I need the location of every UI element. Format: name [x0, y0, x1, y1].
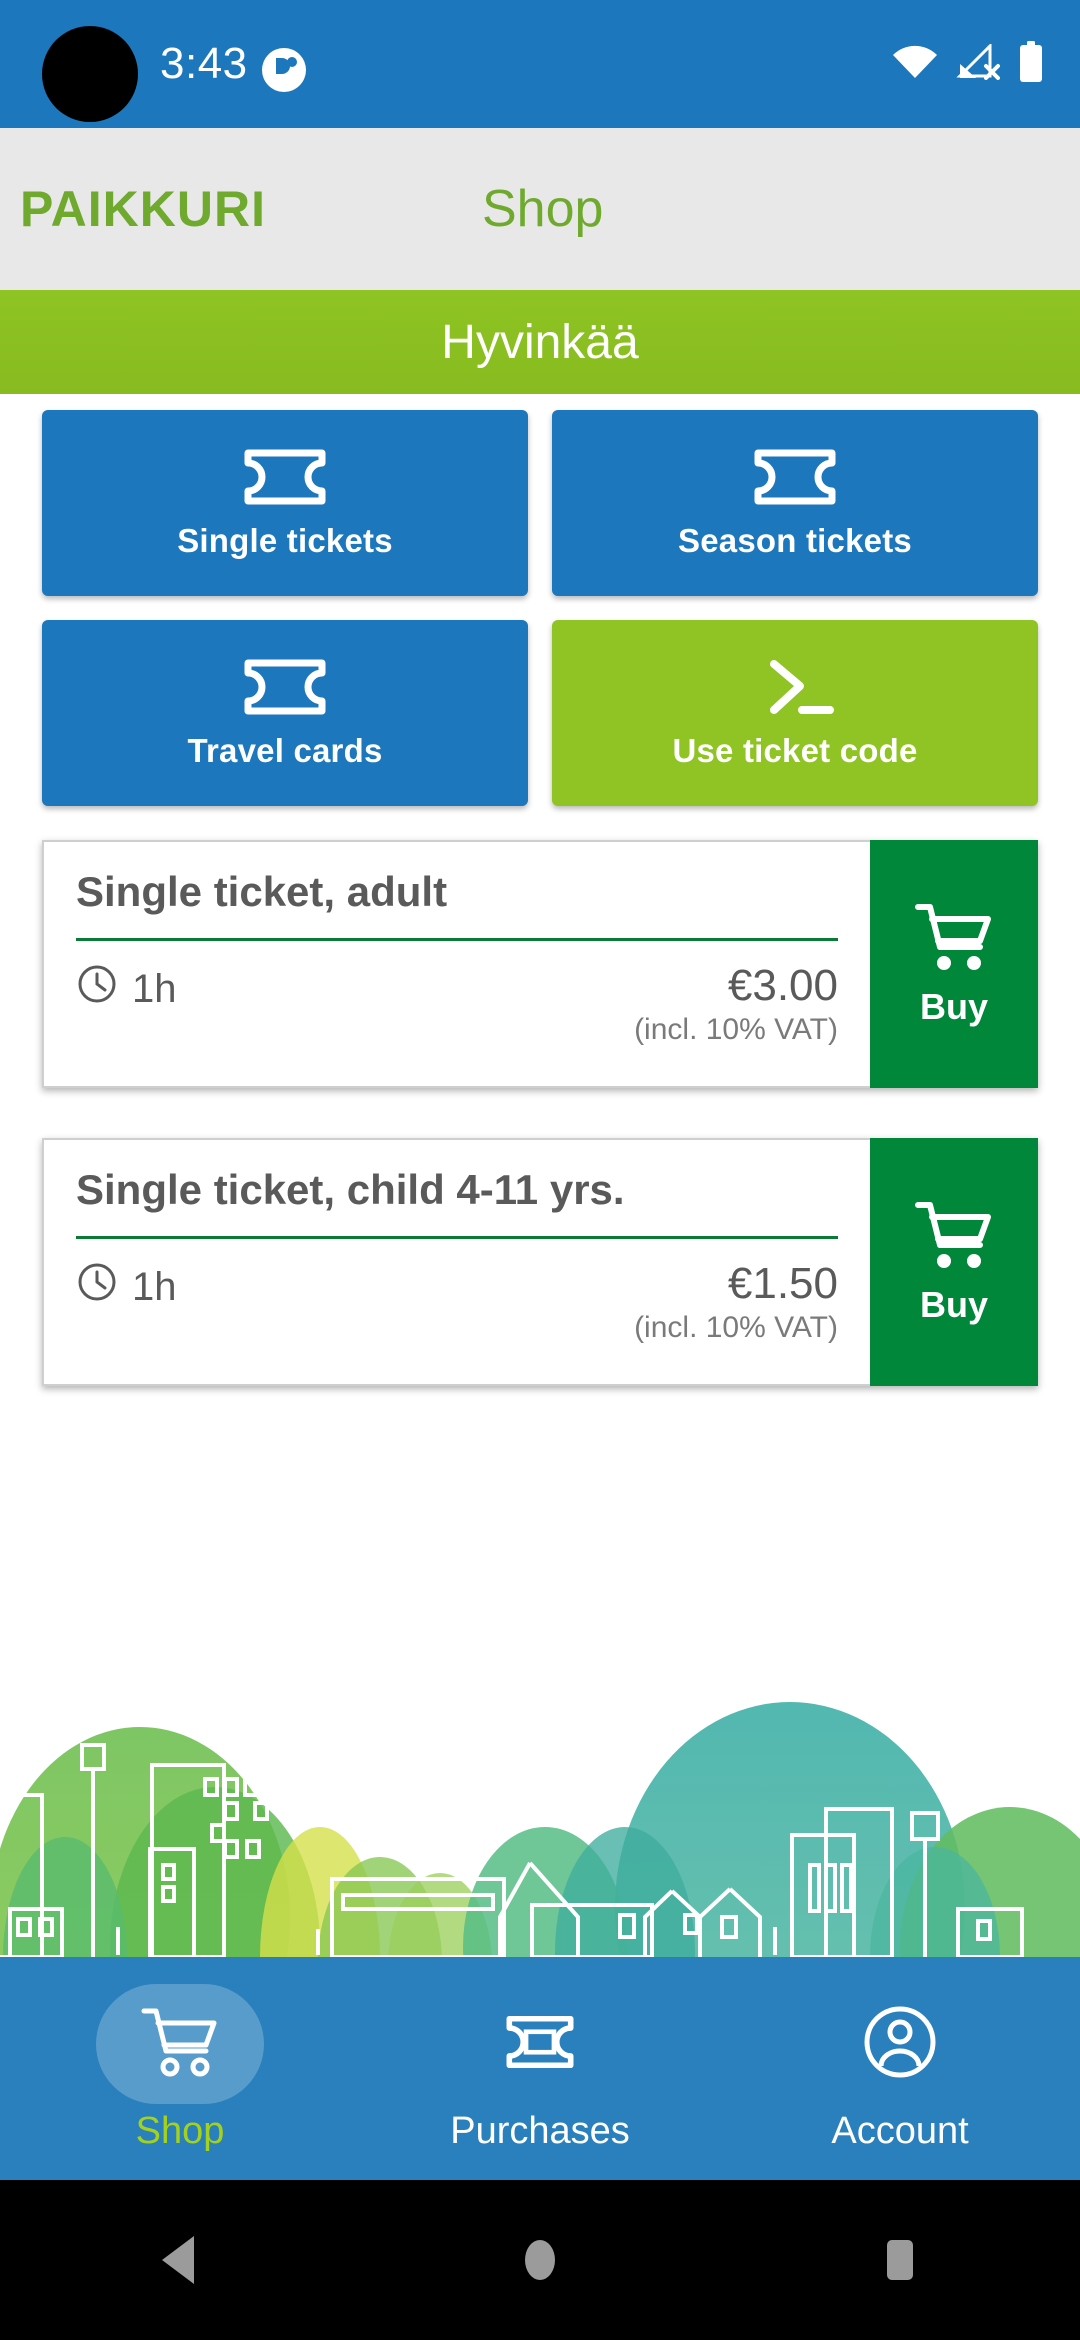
buy-button[interactable]: Buy [870, 1138, 1038, 1386]
nav-icon-pill [96, 1984, 264, 2104]
status-bar-clock: 3:43 [160, 39, 248, 88]
tile-travel-cards[interactable]: Travel cards [42, 620, 528, 806]
ticket-price: €1.50 [727, 1259, 838, 1309]
back-triangle-icon[interactable] [120, 2200, 240, 2320]
android-navigation-bar [0, 2180, 1080, 2340]
tile-label: Travel cards [187, 732, 383, 769]
ticket-duration: 1h [76, 963, 177, 1015]
ticket-title: Single ticket, adult [76, 868, 448, 915]
status-bar-icons [892, 0, 1044, 128]
tile-single-tickets[interactable]: Single tickets [42, 410, 528, 596]
shopping-cart-icon [914, 901, 994, 980]
brand-logo: PAIKKURI [20, 181, 266, 237]
category-tile-grid: Single tickets Season tickets Travel car… [42, 410, 1038, 806]
buy-label: Buy [919, 985, 988, 1027]
tile-label: Single tickets [177, 522, 393, 559]
home-circle-icon[interactable] [480, 2200, 600, 2320]
clock-icon [76, 963, 118, 1015]
page-title: Shop [482, 180, 604, 238]
nav-icon-pill [816, 1984, 984, 2104]
ticket-card[interactable]: Single ticket, child 4-11 yrs. 1h €1.50 … [42, 1138, 1038, 1386]
phone-screen: 3:43 PAIKKURI Shop Hyvinkää Single ticke… [0, 0, 1080, 2340]
recents-square-icon[interactable] [840, 2200, 960, 2320]
duration-label: 1h [132, 966, 177, 1011]
app-notification-icon [258, 44, 310, 96]
ticket-card[interactable]: Single ticket, adult 1h €3.00 (incl. 10%… [42, 840, 1038, 1088]
terminal-prompt-icon [752, 656, 838, 718]
ticket-meta: 1h €1.50 (incl. 10% VAT) [76, 1239, 838, 1384]
location-name: Hyvinkää [441, 315, 639, 369]
ticket-price: €3.00 [727, 961, 838, 1011]
ticket-icon [242, 446, 328, 508]
nav-item-account[interactable]: Account [720, 1957, 1080, 2180]
ticket-duration: 1h [76, 1261, 177, 1313]
status-bar: 3:43 [0, 0, 1080, 128]
person-circle-icon [862, 2004, 938, 2085]
tile-label: Use ticket code [672, 732, 918, 769]
tile-label: Season tickets [678, 522, 912, 559]
bottom-navigation: Shop Purchases Account [0, 1957, 1080, 2180]
shopping-cart-icon [914, 1199, 994, 1278]
buy-button[interactable]: Buy [870, 840, 1038, 1088]
wifi-icon [892, 44, 938, 85]
clock-icon [76, 1261, 118, 1313]
nav-item-purchases[interactable]: Purchases [360, 1957, 720, 2180]
ticket-price-block: €3.00 (incl. 10% VAT) [634, 963, 838, 1047]
app-header: PAIKKURI Shop [0, 128, 1080, 290]
ticket-price-block: €1.50 (incl. 10% VAT) [634, 1261, 838, 1345]
ticket-card-body: Single ticket, child 4-11 yrs. 1h €1.50 … [42, 1138, 870, 1386]
battery-full-icon [1018, 40, 1044, 88]
location-bar[interactable]: Hyvinkää [0, 290, 1080, 394]
buy-label: Buy [919, 1283, 988, 1325]
camera-punch-hole [42, 26, 138, 122]
nav-item-shop[interactable]: Shop [0, 1957, 360, 2180]
nav-label: Purchases [450, 2110, 630, 2152]
ticket-vat-note: (incl. 10% VAT) [634, 1311, 838, 1345]
tile-season-tickets[interactable]: Season tickets [552, 410, 1038, 596]
duration-label: 1h [132, 1264, 177, 1309]
nav-label: Account [831, 2110, 969, 2152]
ticket-icon [500, 2011, 580, 2078]
ticket-icon [242, 656, 328, 718]
city-skyline-illustration [0, 1617, 1080, 1957]
nav-label: Shop [135, 2110, 225, 2152]
ticket-card-list: Single ticket, adult 1h €3.00 (incl. 10%… [42, 840, 1038, 1436]
tile-use-ticket-code[interactable]: Use ticket code [552, 620, 1038, 806]
shopping-cart-icon [140, 2005, 220, 2084]
cellular-no-sim-icon [956, 41, 1000, 85]
ticket-card-body: Single ticket, adult 1h €3.00 (incl. 10%… [42, 840, 870, 1088]
ticket-meta: 1h €3.00 (incl. 10% VAT) [76, 941, 838, 1086]
ticket-title: Single ticket, child 4-11 yrs. [76, 1166, 625, 1213]
ticket-vat-note: (incl. 10% VAT) [634, 1013, 838, 1047]
ticket-icon [752, 446, 838, 508]
nav-icon-pill [456, 1984, 624, 2104]
